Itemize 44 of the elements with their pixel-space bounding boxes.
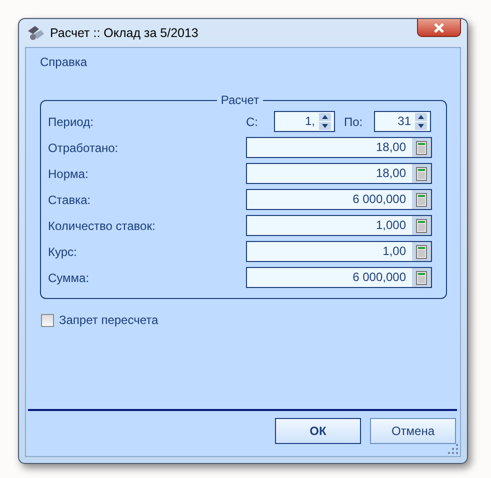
calculator-icon: [416, 140, 427, 154]
help-link[interactable]: Справка: [40, 55, 88, 69]
calculator-button[interactable]: [411, 190, 431, 209]
spin-down-icon[interactable]: [319, 122, 331, 130]
calculator-button[interactable]: [411, 216, 431, 235]
field-label: Количество ставок:: [48, 218, 156, 232]
calculator-button[interactable]: [411, 164, 431, 183]
number-field[interactable]: 6 000,000: [246, 189, 432, 210]
field-label: Норма:: [48, 166, 90, 180]
number-field[interactable]: 18,00: [246, 163, 432, 184]
field-label: Отработано:: [48, 140, 120, 154]
window-title: Расчет :: Оклад за 5/2013: [50, 26, 198, 40]
number-field[interactable]: 18,00: [246, 137, 432, 158]
field-label: Сумма:: [48, 270, 90, 284]
spin-field[interactable]: 31: [374, 111, 431, 132]
close-button[interactable]: [417, 19, 461, 37]
calculator-icon: [416, 244, 427, 258]
spin-up-icon[interactable]: [319, 113, 331, 121]
spin-up-icon[interactable]: [415, 113, 427, 121]
checkbox-label[interactable]: Запрет пересчета: [59, 313, 158, 327]
calculator-icon: [416, 218, 427, 232]
checkbox[interactable]: [41, 314, 54, 326]
app-icon: [27, 25, 45, 41]
calculator-button[interactable]: [411, 138, 431, 157]
field-label: Курс:: [48, 244, 78, 258]
field-label: По:: [344, 114, 364, 128]
field-label: Ставка:: [48, 192, 92, 206]
calculator-button[interactable]: [411, 268, 431, 287]
number-field[interactable]: 1,000: [246, 215, 432, 236]
spin-down-icon[interactable]: [415, 122, 427, 130]
calculator-icon: [416, 192, 427, 206]
spin-field[interactable]: 1,: [274, 111, 335, 132]
number-field[interactable]: 1,00: [246, 241, 432, 262]
calculator-button[interactable]: [411, 242, 431, 261]
ok-button[interactable]: ОК: [275, 418, 361, 444]
calculator-icon: [416, 270, 427, 284]
cancel-button[interactable]: Отмена: [370, 418, 456, 444]
calculator-icon: [416, 166, 427, 180]
resize-grip-icon[interactable]: [448, 444, 458, 454]
number-field[interactable]: 6 000,000: [246, 267, 432, 288]
field-label: С:: [246, 114, 259, 128]
field-label: Период:: [48, 114, 94, 128]
close-icon: [433, 22, 445, 32]
group-title: Расчет: [220, 93, 260, 107]
